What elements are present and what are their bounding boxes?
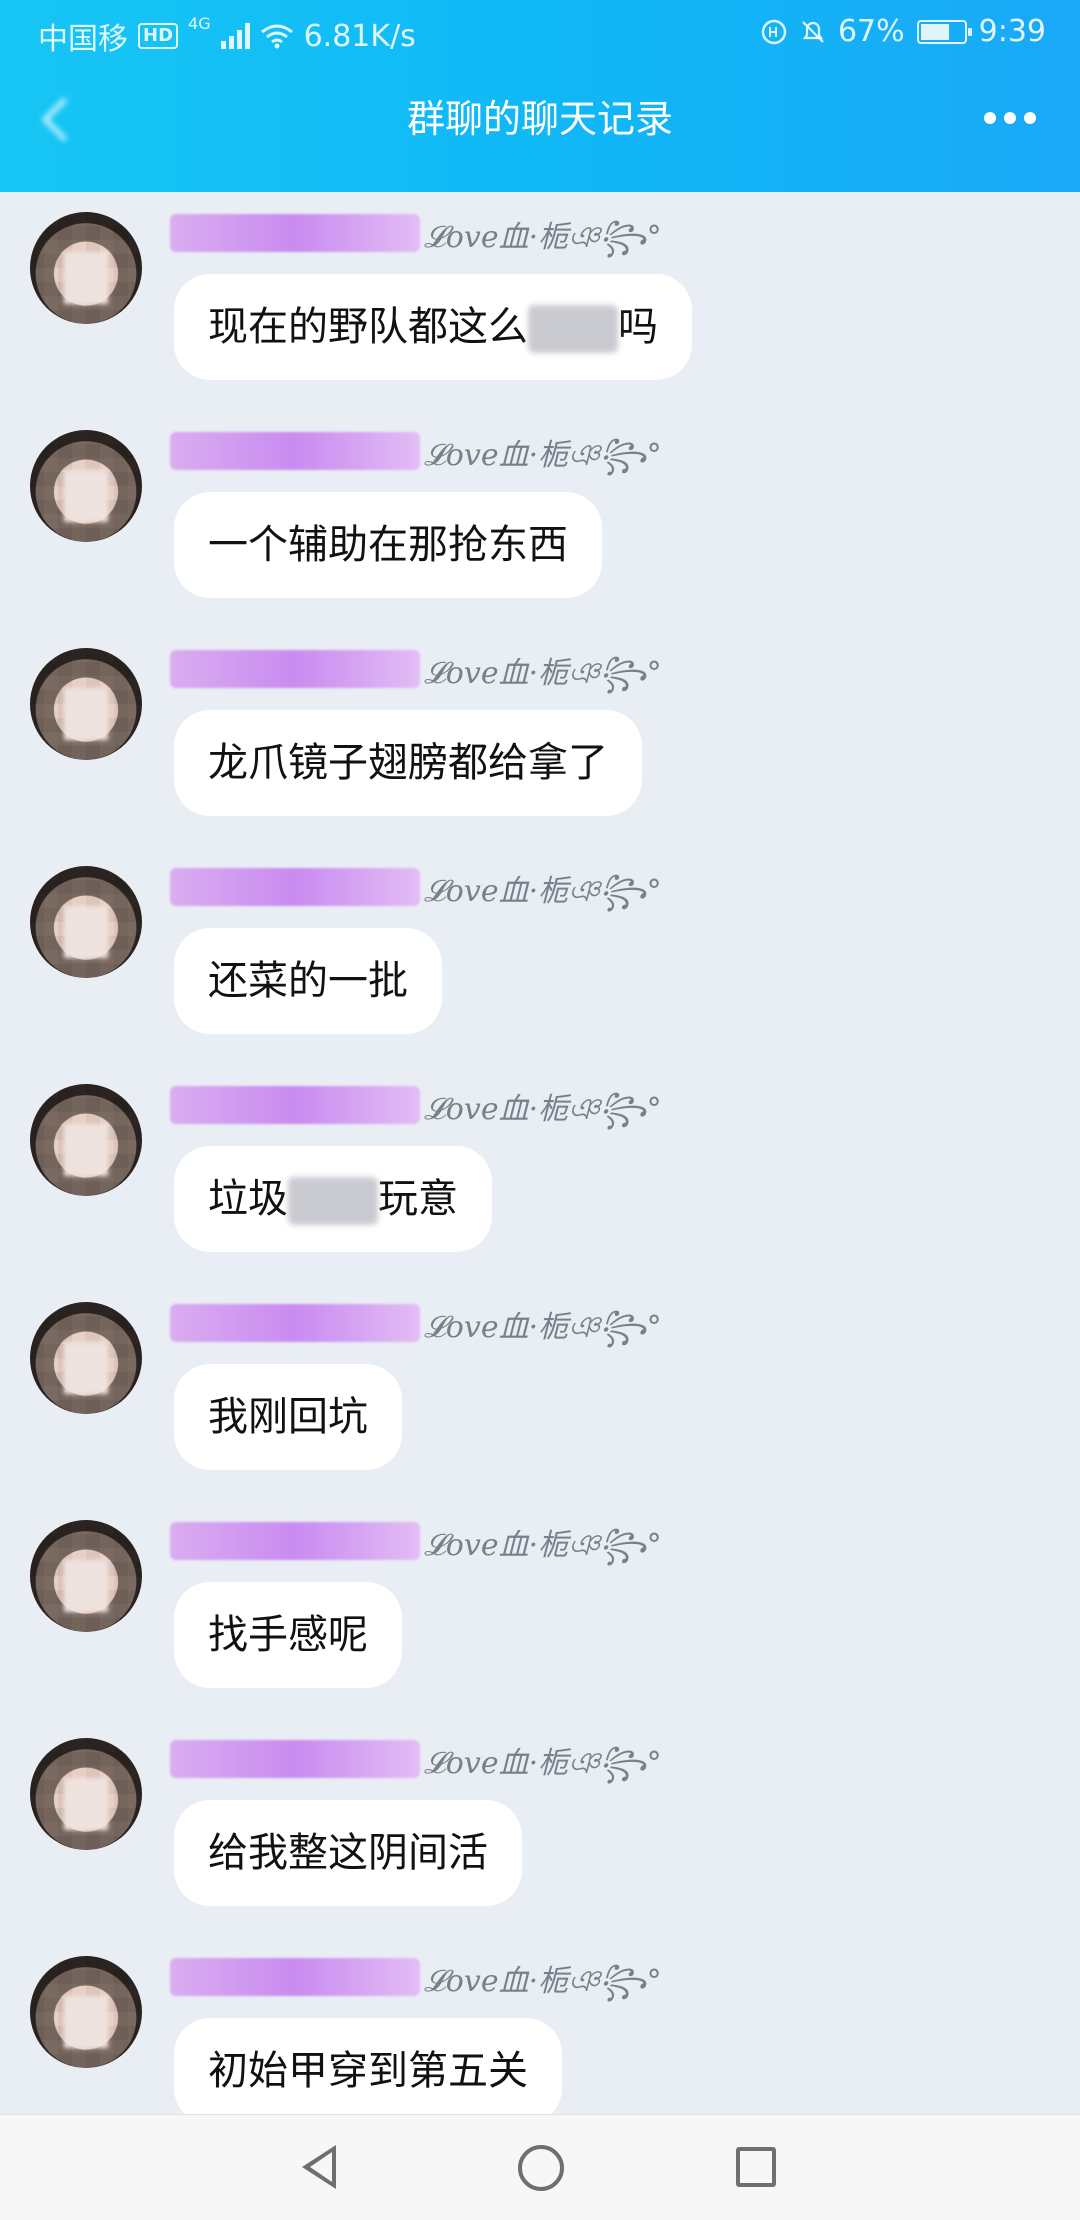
clock: 9:39 [978, 14, 1046, 49]
carrier-label: 中国移 [38, 22, 128, 57]
message-bubble[interactable]: 我刚回坑 [174, 1364, 402, 1470]
nickname-suffix: 𝓛ove血·栀ঞ꧂° [424, 438, 662, 473]
more-dot-icon [1004, 112, 1016, 124]
more-options-button[interactable] [984, 112, 1036, 124]
nickname-suffix: 𝓛ove血·栀ঞ꧂° [424, 1092, 662, 1127]
network-type: 4G [188, 14, 211, 33]
nickname-redacted [170, 1086, 420, 1124]
nickname-suffix: 𝓛ove血·栀ঞ꧂° [424, 874, 662, 909]
wifi-icon [260, 24, 293, 49]
message-bubble[interactable]: 找手感呢 [174, 1582, 402, 1688]
nickname-redacted [170, 650, 420, 688]
chat-history[interactable]: 𝓛ove血·栀ঞ꧂° 现在的野队都这么吗 𝓛ove血·栀ঞ꧂° 一个辅助在那抢东… [0, 192, 1080, 2114]
message-bubble[interactable]: 还菜的一批 [174, 928, 442, 1034]
nickname-suffix: 𝓛ove血·栀ঞ꧂° [424, 656, 662, 691]
network-speed: 6.81K/s [303, 18, 416, 54]
hd-badge: HD [138, 23, 179, 49]
avatar[interactable] [30, 430, 142, 542]
redaction-mask [528, 305, 618, 353]
avatar[interactable] [30, 1302, 142, 1414]
page-title: 群聊的聊天记录 [406, 97, 673, 141]
more-dot-icon [1024, 112, 1036, 124]
message-bubble[interactable]: 给我整这阴间活 [174, 1800, 522, 1906]
nav-home-icon[interactable] [518, 2145, 564, 2191]
hd-call-icon [761, 19, 787, 44]
mute-bell-icon [802, 20, 824, 43]
nickname-suffix: 𝓛ove血·栀ঞ꧂° [424, 1746, 662, 1781]
nickname-suffix: 𝓛ove血·栀ঞ꧂° [424, 220, 662, 255]
message-bubble[interactable]: 初始甲穿到第五关 [174, 2018, 562, 2114]
avatar[interactable] [30, 648, 142, 760]
nickname-suffix: 𝓛ove血·栀ঞ꧂° [424, 1528, 662, 1563]
message-bubble[interactable]: 现在的野队都这么吗 [174, 274, 692, 380]
status-bar: 中国移 HD 4G 6.81K/s 67% 9:39 [0, 0, 1080, 66]
nav-recent-apps-icon[interactable] [736, 2147, 776, 2187]
nickname-redacted [170, 1958, 420, 1996]
nickname-redacted [170, 1522, 420, 1560]
message-bubble[interactable]: 龙爪镜子翅膀都给拿了 [174, 710, 642, 816]
avatar[interactable] [30, 1956, 142, 2068]
nickname-redacted [170, 432, 420, 470]
nickname-redacted [170, 868, 420, 906]
nickname-redacted [170, 214, 420, 252]
nav-back-icon[interactable] [302, 2145, 336, 2189]
redaction-mask [288, 1177, 378, 1225]
avatar[interactable] [30, 1520, 142, 1632]
message-bubble[interactable]: 垃圾 玩意 [174, 1146, 492, 1252]
nickname-redacted [170, 1304, 420, 1342]
avatar[interactable] [30, 1084, 142, 1196]
battery-icon [916, 19, 972, 44]
nickname-suffix: 𝓛ove血·栀ঞ꧂° [424, 1964, 662, 1999]
avatar[interactable] [30, 1738, 142, 1850]
more-dot-icon [984, 112, 996, 124]
battery-percent: 67% [837, 14, 905, 49]
nickname-redacted [170, 1740, 420, 1778]
system-navigation-bar [0, 2114, 1080, 2220]
signal-icon [220, 23, 250, 49]
title-bar: 中国移 HD 4G 6.81K/s 67% 9:39 群聊的聊天记录 [0, 0, 1080, 192]
message-bubble[interactable]: 一个辅助在那抢东西 [174, 492, 602, 598]
avatar[interactable] [30, 866, 142, 978]
nickname-suffix: 𝓛ove血·栀ঞ꧂° [424, 1310, 662, 1345]
avatar[interactable] [30, 212, 142, 324]
